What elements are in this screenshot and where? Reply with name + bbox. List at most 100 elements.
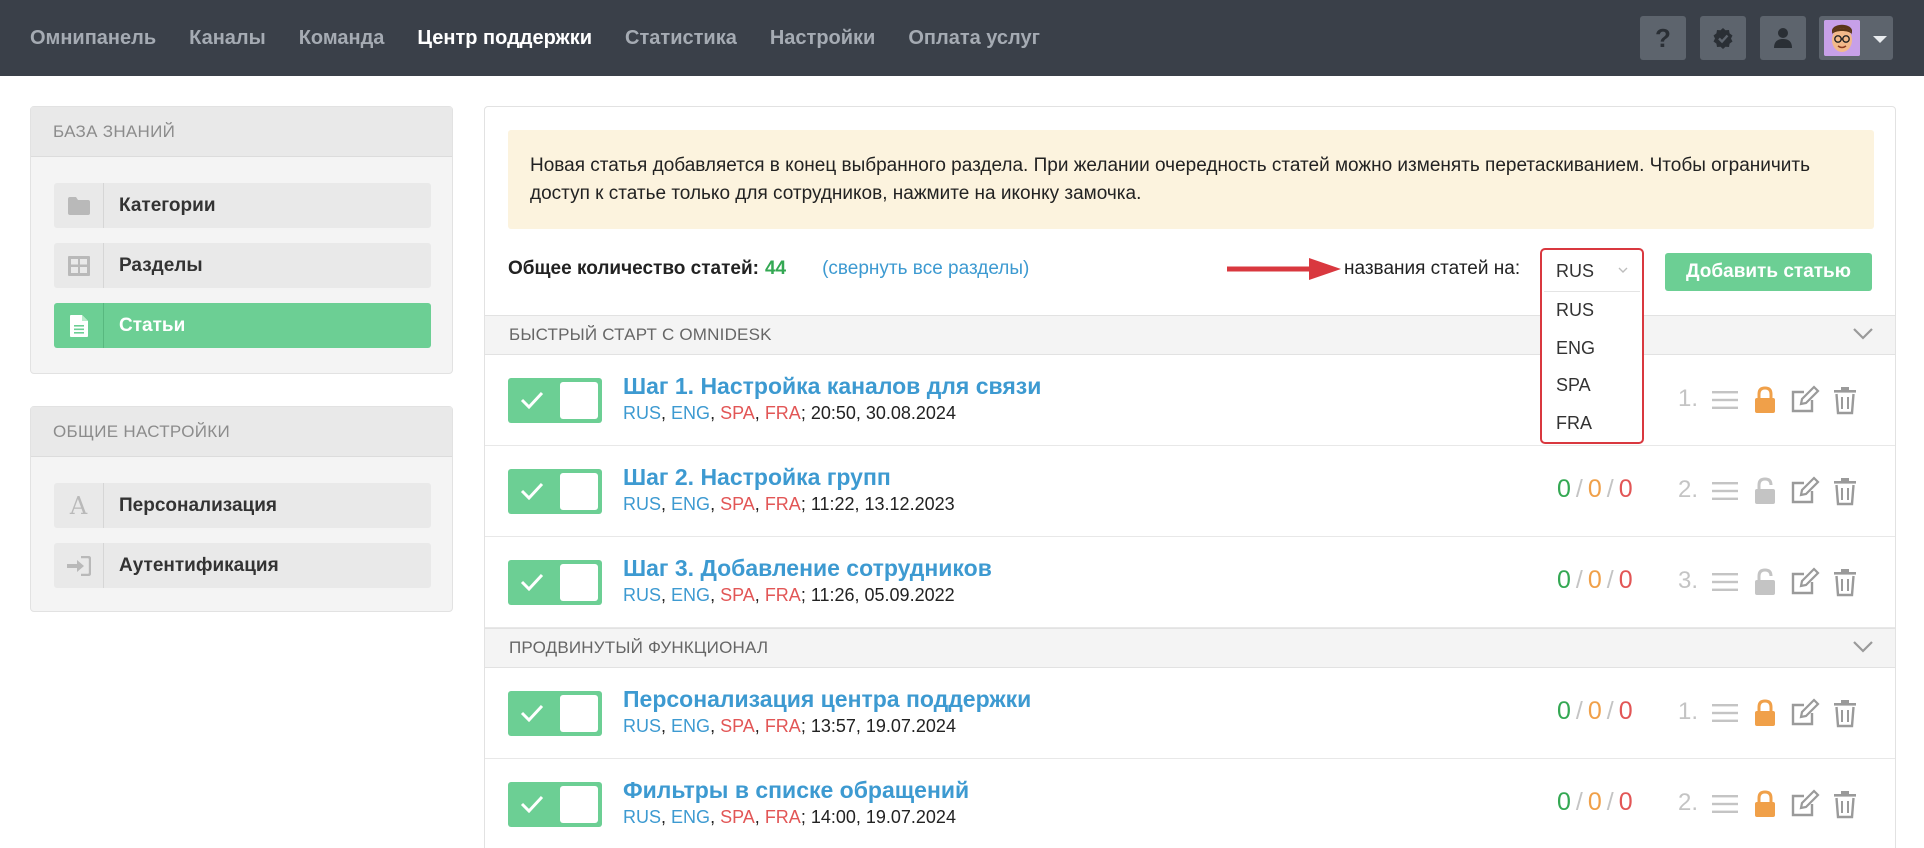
section-header[interactable]: ПРОДВИНУТЫЙ ФУНКЦИОНАЛ — [485, 628, 1895, 668]
article-date: ; 20:50, 30.08.2024 — [800, 403, 956, 423]
help-button[interactable]: ? — [1640, 16, 1686, 60]
article-meta: RUS, ENG, SPA, FRA; 14:00, 19.07.2024 — [623, 807, 956, 827]
nav-item-omnipanel[interactable]: Омнипанель — [30, 27, 156, 50]
edit-icon[interactable] — [1790, 698, 1820, 728]
lang-link-spa[interactable]: SPA — [720, 807, 755, 827]
sidebar-item-authentication[interactable]: Аутентификация — [54, 543, 431, 588]
drag-handle-icon[interactable] — [1710, 789, 1740, 819]
trash-icon[interactable] — [1830, 789, 1860, 819]
publish-toggle[interactable] — [508, 782, 602, 827]
drag-handle-icon[interactable] — [1710, 698, 1740, 728]
lock-open-icon[interactable] — [1750, 567, 1780, 597]
nav-item-support-center[interactable]: Центр поддержки — [417, 27, 592, 50]
document-icon — [54, 303, 104, 348]
language-select-dropdown[interactable]: RUS RUS ENG SPA FRA — [1540, 248, 1644, 444]
lang-link-eng[interactable]: ENG — [671, 807, 710, 827]
article-title-link[interactable]: Шаг 1. Настройка каналов для связи — [623, 373, 1041, 400]
drag-handle-icon[interactable] — [1710, 385, 1740, 415]
lang-link-spa[interactable]: SPA — [720, 403, 755, 423]
lang-link-rus[interactable]: RUS — [623, 585, 661, 605]
sidebar-item-categories[interactable]: Категории — [54, 183, 431, 228]
nav-item-billing[interactable]: Оплата услуг — [908, 27, 1040, 50]
article-count-row: Общее количество статей: 44 (свернуть вс… — [508, 249, 1029, 289]
lock-closed-icon[interactable] — [1750, 698, 1780, 728]
stat-neutral: 0 — [1587, 697, 1602, 725]
verified-button[interactable] — [1700, 16, 1746, 60]
lock-closed-icon[interactable] — [1750, 789, 1780, 819]
lock-open-icon[interactable] — [1750, 476, 1780, 506]
drag-handle-icon[interactable] — [1710, 476, 1740, 506]
article-count-value: 44 — [764, 258, 787, 279]
lang-link-eng[interactable]: ENG — [671, 494, 710, 514]
lang-link-fra[interactable]: FRA — [765, 403, 801, 423]
profile-menu-button[interactable] — [1819, 16, 1893, 60]
collapse-all-link[interactable]: (свернуть все разделы) — [822, 258, 1029, 280]
edit-icon[interactable] — [1790, 385, 1820, 415]
lock-closed-icon[interactable] — [1750, 385, 1780, 415]
check-icon — [520, 795, 544, 813]
edit-icon[interactable] — [1790, 567, 1820, 597]
publish-toggle[interactable] — [508, 691, 602, 736]
publish-toggle[interactable] — [508, 469, 602, 514]
article-title-link[interactable]: Фильтры в списке обращений — [623, 777, 969, 804]
article-title-link[interactable]: Персонализация центра поддержки — [623, 686, 1031, 713]
publish-toggle[interactable] — [508, 560, 602, 605]
lang-link-rus[interactable]: RUS — [623, 716, 661, 736]
lang-link-spa[interactable]: SPA — [720, 716, 755, 736]
lang-link-fra[interactable]: FRA — [765, 807, 801, 827]
stat-likes: 0 — [1557, 788, 1571, 816]
trash-icon[interactable] — [1830, 567, 1860, 597]
lang-link-eng[interactable]: ENG — [671, 585, 710, 605]
sidebar-item-articles[interactable]: Статьи — [54, 303, 431, 348]
top-navigation-bar: Омнипанель Каналы Команда Центр поддержк… — [0, 0, 1924, 76]
check-icon — [520, 391, 544, 409]
language-select-value[interactable]: RUS — [1544, 252, 1640, 292]
red-arrow-icon — [1227, 258, 1341, 280]
sidebar-item-label: Категории — [119, 194, 216, 216]
trash-icon[interactable] — [1830, 476, 1860, 506]
check-icon — [520, 573, 544, 591]
drag-handle-icon[interactable] — [1710, 567, 1740, 597]
lang-link-spa[interactable]: SPA — [720, 585, 755, 605]
lang-link-eng[interactable]: ENG — [671, 716, 710, 736]
language-option-rus[interactable]: RUS — [1556, 300, 1594, 321]
user-icon — [1774, 28, 1792, 48]
edit-icon[interactable] — [1790, 789, 1820, 819]
stat-dislikes: 0 — [1618, 475, 1633, 503]
font-icon: A — [54, 483, 104, 528]
language-option-fra[interactable]: FRA — [1556, 413, 1592, 434]
add-article-button[interactable]: Добавить статью — [1665, 253, 1872, 291]
section-header[interactable]: БЫСТРЫЙ СТАРТ С OMNIDESK — [485, 315, 1895, 355]
language-option-spa[interactable]: SPA — [1556, 375, 1591, 396]
lang-link-rus[interactable]: RUS — [623, 494, 661, 514]
lang-link-fra[interactable]: FRA — [765, 716, 801, 736]
sidebar-item-sections[interactable]: Разделы — [54, 243, 431, 288]
chevron-down-icon[interactable] — [1853, 328, 1873, 340]
articles-main-panel: Новая статья добавляется в конец выбранн… — [484, 106, 1896, 848]
nav-item-settings[interactable]: Настройки — [770, 27, 876, 50]
lang-link-rus[interactable]: RUS — [623, 807, 661, 827]
nav-item-statistics[interactable]: Статистика — [625, 27, 737, 50]
trash-icon[interactable] — [1830, 385, 1860, 415]
nav-item-team[interactable]: Команда — [299, 27, 385, 50]
nav-item-channels[interactable]: Каналы — [189, 27, 266, 50]
user-button[interactable] — [1760, 16, 1806, 60]
lang-link-eng[interactable]: ENG — [671, 403, 710, 423]
article-title-link[interactable]: Шаг 2. Настройка групп — [623, 464, 891, 491]
language-option-eng[interactable]: ENG — [1556, 338, 1595, 359]
trash-icon[interactable] — [1830, 698, 1860, 728]
article-title-link[interactable]: Шаг 3. Добавление сотрудников — [623, 555, 992, 582]
chevron-down-icon[interactable] — [1853, 641, 1873, 653]
info-notice: Новая статья добавляется в конец выбранн… — [508, 130, 1874, 229]
lang-link-fra[interactable]: FRA — [765, 585, 801, 605]
lang-link-fra[interactable]: FRA — [765, 494, 801, 514]
sidebar-item-label: Статьи — [119, 314, 186, 336]
article-order: 1. — [1678, 385, 1699, 412]
lang-link-spa[interactable]: SPA — [720, 494, 755, 514]
publish-toggle[interactable] — [508, 378, 602, 423]
sidebar-item-personalization[interactable]: A Персонализация — [54, 483, 431, 528]
stat-neutral: 0 — [1587, 475, 1602, 503]
edit-icon[interactable] — [1790, 476, 1820, 506]
lang-link-rus[interactable]: RUS — [623, 403, 661, 423]
article-stats: 0/0/0 — [1557, 788, 1633, 816]
